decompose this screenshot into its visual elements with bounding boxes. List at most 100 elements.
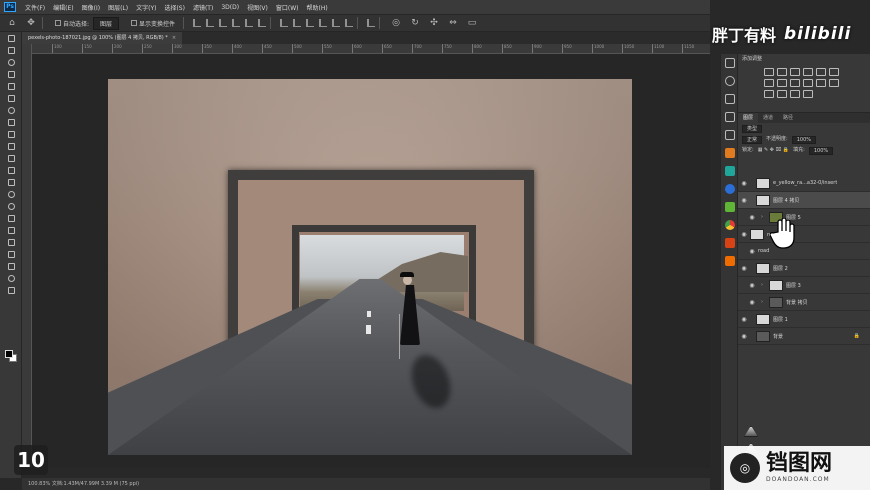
dodge-tool[interactable]: [0, 200, 22, 212]
history-brush-tool[interactable]: [0, 152, 22, 164]
plugin-icon-orange-2[interactable]: [721, 252, 739, 270]
expand-arrow-icon[interactable]: ›: [761, 214, 763, 220]
invert-icon[interactable]: [829, 79, 839, 87]
menu-select[interactable]: 选择(S): [160, 3, 189, 12]
foreground-color-swatch[interactable]: [5, 350, 13, 358]
eyedropper-tool[interactable]: [0, 104, 22, 116]
selective-color-icon[interactable]: [803, 90, 813, 98]
pen-tool[interactable]: [0, 212, 22, 224]
layer-row[interactable]: ◉ › 图层 3: [738, 277, 870, 294]
tab-channels[interactable]: 通道: [758, 113, 778, 123]
menu-filter[interactable]: 滤镜(T): [189, 3, 217, 12]
plugin-icon-orange[interactable]: [721, 144, 739, 162]
properties-panel-icon[interactable]: [721, 90, 739, 108]
curves-icon[interactable]: [790, 68, 800, 76]
tab-paths[interactable]: 路径: [778, 113, 798, 123]
history-panel-icon[interactable]: [721, 54, 739, 72]
brightness-contrast-icon[interactable]: [764, 68, 774, 76]
3d-mode-scale-icon[interactable]: ▭: [465, 17, 479, 29]
plugin-icon-chrome[interactable]: [721, 216, 739, 234]
brush-settings-icon[interactable]: [721, 108, 739, 126]
zoom-tool[interactable]: [0, 272, 22, 284]
layer-row[interactable]: ◉ › 背景 拷贝: [738, 294, 870, 311]
menu-edit[interactable]: 编辑(E): [49, 3, 77, 12]
visibility-eye-icon[interactable]: ◉: [746, 214, 758, 221]
plugin-icon-green[interactable]: [721, 198, 739, 216]
menu-image[interactable]: 图像(I): [78, 3, 104, 12]
gradient-map-icon[interactable]: [790, 90, 800, 98]
layer-row[interactable]: ◉ e_yellow_ra...a32-0/insert: [738, 175, 870, 192]
move-tool[interactable]: [0, 32, 22, 44]
show-transform-checkbox[interactable]: [131, 20, 138, 26]
plugin-icon-red[interactable]: [721, 234, 739, 252]
auto-select-checkbox[interactable]: [55, 20, 61, 26]
type-tool[interactable]: [0, 224, 22, 236]
distribute-bottom-icon[interactable]: [345, 19, 354, 27]
layer-filter-dropdown[interactable]: 类型: [742, 124, 763, 133]
layer-row[interactable]: ◉ 图层 4 拷贝: [738, 192, 870, 209]
black-white-icon[interactable]: [777, 79, 787, 87]
layer-row[interactable]: ◉ road: [738, 243, 870, 454]
crop-tool[interactable]: [0, 80, 22, 92]
color-balance-icon[interactable]: [764, 79, 774, 87]
menu-type[interactable]: 文字(Y): [132, 3, 160, 12]
healing-brush-tool[interactable]: [0, 116, 22, 128]
marquee-tool[interactable]: [0, 44, 22, 56]
document-tab[interactable]: pexels-photo-187021.jpg @ 100% (图层 4 拷贝,…: [22, 32, 183, 44]
close-tab-icon[interactable]: ×: [172, 35, 176, 41]
distribute-left-icon[interactable]: [280, 19, 289, 27]
3d-mode-slide-icon[interactable]: ⇔: [446, 17, 460, 29]
character-panel-icon[interactable]: [721, 126, 739, 144]
menu-file[interactable]: 文件(F): [21, 3, 49, 12]
align-bottom-icon[interactable]: [258, 19, 267, 27]
lock-icons[interactable]: ▦ ✎ ✥ ⌧ 🔒: [758, 145, 789, 156]
color-lookup-icon[interactable]: [816, 79, 826, 87]
channel-mixer-icon[interactable]: [803, 79, 813, 87]
3d-mode-orbit-icon[interactable]: ◎: [389, 17, 403, 29]
more-options-icon[interactable]: [367, 19, 376, 27]
levels-icon[interactable]: [777, 68, 787, 76]
menu-3d[interactable]: 3D(D): [217, 4, 243, 11]
menu-layer[interactable]: 图层(L): [104, 3, 132, 12]
menu-window[interactable]: 窗口(W): [272, 3, 303, 12]
exposure-icon[interactable]: [803, 68, 813, 76]
visibility-eye-icon[interactable]: ◉: [746, 282, 758, 289]
gradient-tool[interactable]: [0, 176, 22, 188]
expand-arrow-icon[interactable]: ›: [761, 282, 763, 288]
move-tool-icon[interactable]: ✥: [24, 17, 38, 29]
horizontal-ruler[interactable]: 100 150 200 250 300 350 400 450 500 550 …: [32, 44, 710, 54]
layer-row[interactable]: ◉ road 拷贝: [738, 226, 870, 437]
menu-help[interactable]: 帮助(H): [303, 3, 332, 12]
plugin-icon-blue[interactable]: [721, 180, 739, 198]
menu-view[interactable]: 视图(V): [243, 3, 272, 12]
align-center-icon[interactable]: [206, 19, 215, 27]
layer-row[interactable]: ◉ 背景 🔒: [738, 328, 870, 345]
photo-filter-icon[interactable]: [790, 79, 800, 87]
visibility-eye-icon[interactable]: ◉: [738, 316, 750, 323]
3d-mode-drag-icon[interactable]: ✣: [427, 17, 441, 29]
blend-mode-dropdown[interactable]: 正常: [742, 135, 763, 144]
layer-row[interactable]: ◉ 图层 1: [738, 311, 870, 328]
align-middle-icon[interactable]: [245, 19, 254, 27]
distribute-top-icon[interactable]: [319, 19, 328, 27]
3d-mode-roll-icon[interactable]: ↻: [408, 17, 422, 29]
distribute-center-icon[interactable]: [293, 19, 302, 27]
lasso-tool[interactable]: [0, 56, 22, 68]
clone-stamp-tool[interactable]: [0, 140, 22, 152]
frame-tool[interactable]: [0, 92, 22, 104]
brush-tool[interactable]: [0, 128, 22, 140]
posterize-icon[interactable]: [764, 90, 774, 98]
path-selection-tool[interactable]: [0, 236, 22, 248]
align-left-icon[interactable]: [193, 19, 202, 27]
edit-toolbar-button[interactable]: [0, 284, 22, 296]
visibility-eye-icon[interactable]: ◉: [738, 333, 750, 340]
home-icon[interactable]: ⌂: [5, 17, 19, 29]
align-right-icon[interactable]: [219, 19, 228, 27]
hand-tool[interactable]: [0, 260, 22, 272]
distribute-middle-icon[interactable]: [332, 19, 341, 27]
eraser-tool[interactable]: [0, 164, 22, 176]
visibility-eye-icon[interactable]: ◉: [746, 248, 758, 255]
visibility-eye-icon[interactable]: ◉: [738, 180, 750, 187]
info-panel-icon[interactable]: [721, 72, 739, 90]
vertical-ruler[interactable]: [22, 44, 32, 468]
